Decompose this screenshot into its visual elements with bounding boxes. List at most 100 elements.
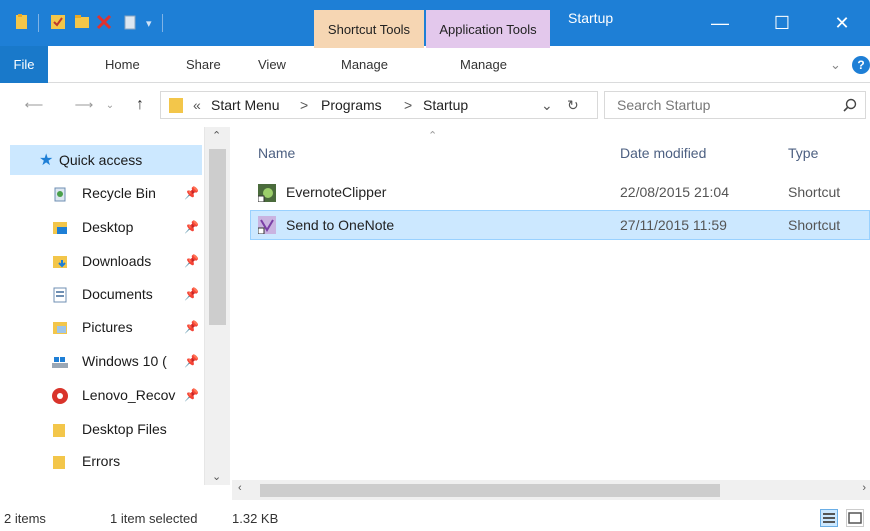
tab-home[interactable]: Home — [105, 46, 140, 83]
qa-customize[interactable]: ▾ — [146, 0, 152, 46]
file-name: Send to OneNote — [286, 217, 395, 233]
pin-icon[interactable]: 📌 — [184, 388, 199, 402]
properties-icon[interactable] — [14, 13, 30, 31]
breadcrumb-programs[interactable]: Programs — [321, 97, 382, 113]
maximize-button[interactable]: ☐ — [752, 0, 812, 46]
breadcrumb-separator-icon[interactable]: > — [404, 97, 412, 113]
sort-indicator-icon: ⌃ — [428, 130, 438, 142]
maximize-icon: ☐ — [773, 12, 791, 33]
close-button[interactable]: ✕ — [814, 0, 870, 46]
column-header-name[interactable]: Name — [258, 145, 295, 161]
scroll-down-icon[interactable]: ⌄ — [212, 470, 221, 483]
nav-item-desktop[interactable]: Desktop 📌 — [8, 213, 204, 243]
nav-item-pictures[interactable]: Pictures 📌 — [8, 313, 204, 343]
pin-icon[interactable]: 📌 — [184, 220, 199, 234]
file-name: EvernoteClipper — [286, 184, 387, 200]
search-box[interactable]: Search Startup — [604, 91, 866, 119]
file-row[interactable]: EvernoteClipper 22/08/2015 21:04 Shortcu… — [250, 178, 870, 208]
nav-scrollbar[interactable]: ⌃ ⌄ — [204, 127, 230, 485]
address-bar[interactable]: « Start Menu > Programs > Startup ⌄ ↻ — [160, 91, 598, 119]
ribbon-collapse-button[interactable]: ⌄ — [830, 46, 841, 83]
nav-label: Desktop — [82, 219, 134, 235]
nav-item-desktop-files[interactable]: Desktop Files — [8, 415, 204, 445]
status-bar: 2 items 1 item selected 1.32 KB — [0, 505, 870, 531]
content-scrollbar[interactable]: ‹ › — [232, 480, 870, 500]
onenote-shortcut-icon — [258, 216, 276, 234]
large-icons-view-icon — [848, 512, 862, 524]
breadcrumb-startup[interactable]: Startup — [423, 97, 468, 113]
star-icon: ★ — [39, 152, 54, 169]
search-input[interactable]: Search Startup — [617, 97, 710, 113]
nav-label: Windows 10 ( — [82, 353, 167, 369]
navigation-pane: ★ Quick access Recycle Bin 📌 Desktop 📌 D… — [0, 127, 230, 500]
nav-label: Errors — [82, 453, 121, 469]
tab-manage-application[interactable]: Manage — [460, 46, 507, 83]
address-row: ⟵ ⟶ ⌄ ↑ « Start Menu > Programs > Startu… — [0, 84, 870, 126]
nav-label: Lenovo_Recov — [82, 387, 176, 403]
folder-icon — [53, 424, 65, 437]
ribbon-tabs: File Home Share View Manage Manage ⌄ ? — [0, 46, 870, 83]
pin-icon[interactable]: 📌 — [184, 287, 199, 301]
help-icon[interactable]: ? — [852, 56, 870, 74]
nav-item-errors[interactable]: Errors — [8, 447, 204, 477]
nav-item-windows-drive[interactable]: Windows 10 ( 📌 — [8, 347, 204, 377]
nav-item-documents[interactable]: Documents 📌 — [8, 280, 204, 310]
new-folder-icon[interactable] — [74, 13, 90, 31]
window-title: Startup — [568, 10, 614, 26]
minimize-button[interactable]: — — [690, 0, 750, 46]
desktop-folder-icon — [53, 222, 67, 234]
delete-icon[interactable] — [96, 13, 112, 31]
nav-label: Quick access — [59, 152, 143, 168]
breadcrumb-overflow[interactable]: « — [193, 97, 201, 113]
address-dropdown-icon[interactable]: ⌄ — [541, 97, 553, 114]
search-icon[interactable] — [843, 98, 857, 112]
file-row-selected[interactable]: Send to OneNote 27/11/2015 11:59 Shortcu… — [250, 210, 870, 240]
minimize-icon: — — [711, 12, 729, 33]
nav-label: Desktop Files — [82, 421, 167, 437]
tab-shortcut-tools[interactable]: Shortcut Tools — [314, 10, 424, 48]
tab-manage-shortcut[interactable]: Manage — [341, 46, 388, 83]
content-scrollbar-thumb[interactable] — [260, 484, 720, 497]
tab-share[interactable]: Share — [186, 46, 221, 83]
nav-scrollbar-thumb[interactable] — [209, 149, 226, 325]
pin-icon[interactable]: 📌 — [184, 354, 199, 368]
pin-icon[interactable]: 📌 — [184, 320, 199, 334]
column-header-date-modified[interactable]: Date modified — [620, 145, 706, 161]
tab-view[interactable]: View — [258, 46, 286, 83]
drive-icon — [52, 357, 68, 368]
tab-application-tools[interactable]: Application Tools — [426, 10, 550, 48]
breadcrumb-start-menu[interactable]: Start Menu — [211, 97, 279, 113]
close-icon: ✕ — [834, 12, 850, 33]
folder-icon — [53, 456, 65, 469]
title-bar: ▾ Shortcut Tools Application Tools Start… — [0, 0, 870, 48]
tab-file[interactable]: File — [0, 46, 48, 83]
scroll-up-icon[interactable]: ⌃ — [212, 129, 221, 142]
documents-folder-icon — [53, 287, 67, 303]
checkmark-icon[interactable] — [50, 13, 66, 31]
evernote-shortcut-icon — [258, 184, 276, 202]
lenovo-recovery-icon — [52, 388, 68, 404]
back-button[interactable]: ⟵ — [22, 92, 46, 118]
pin-icon[interactable]: 📌 — [184, 254, 199, 268]
nav-item-lenovo-recovery[interactable]: Lenovo_Recov 📌 — [8, 381, 204, 411]
details-view-button[interactable] — [820, 509, 838, 527]
breadcrumb-separator-icon[interactable]: > — [300, 97, 308, 113]
pin-icon[interactable]: 📌 — [184, 186, 199, 200]
up-button[interactable]: ↑ — [128, 92, 152, 118]
recent-locations-chevron-icon[interactable]: ⌄ — [102, 92, 118, 118]
nav-item-recycle-bin[interactable]: Recycle Bin 📌 — [8, 179, 204, 209]
refresh-icon[interactable]: ↻ — [567, 97, 579, 114]
forward-button[interactable]: ⟶ — [72, 92, 96, 118]
nav-item-quick-access[interactable]: ★ Quick access — [10, 145, 202, 175]
details-view-icon — [823, 513, 835, 523]
recycle-icon[interactable] — [122, 13, 138, 31]
large-icons-view-button[interactable] — [846, 509, 864, 527]
nav-label: Downloads — [82, 253, 152, 269]
file-list: ⌃ Name Date modified Type EvernoteClippe… — [232, 127, 870, 500]
nav-item-downloads[interactable]: Downloads 📌 — [8, 247, 204, 277]
selection-count: 1 item selected — [110, 511, 198, 526]
scroll-right-icon[interactable]: › — [862, 482, 866, 494]
column-header-type[interactable]: Type — [788, 145, 818, 161]
scroll-left-icon[interactable]: ‹ — [238, 482, 242, 494]
selection-size: 1.32 KB — [232, 511, 279, 526]
